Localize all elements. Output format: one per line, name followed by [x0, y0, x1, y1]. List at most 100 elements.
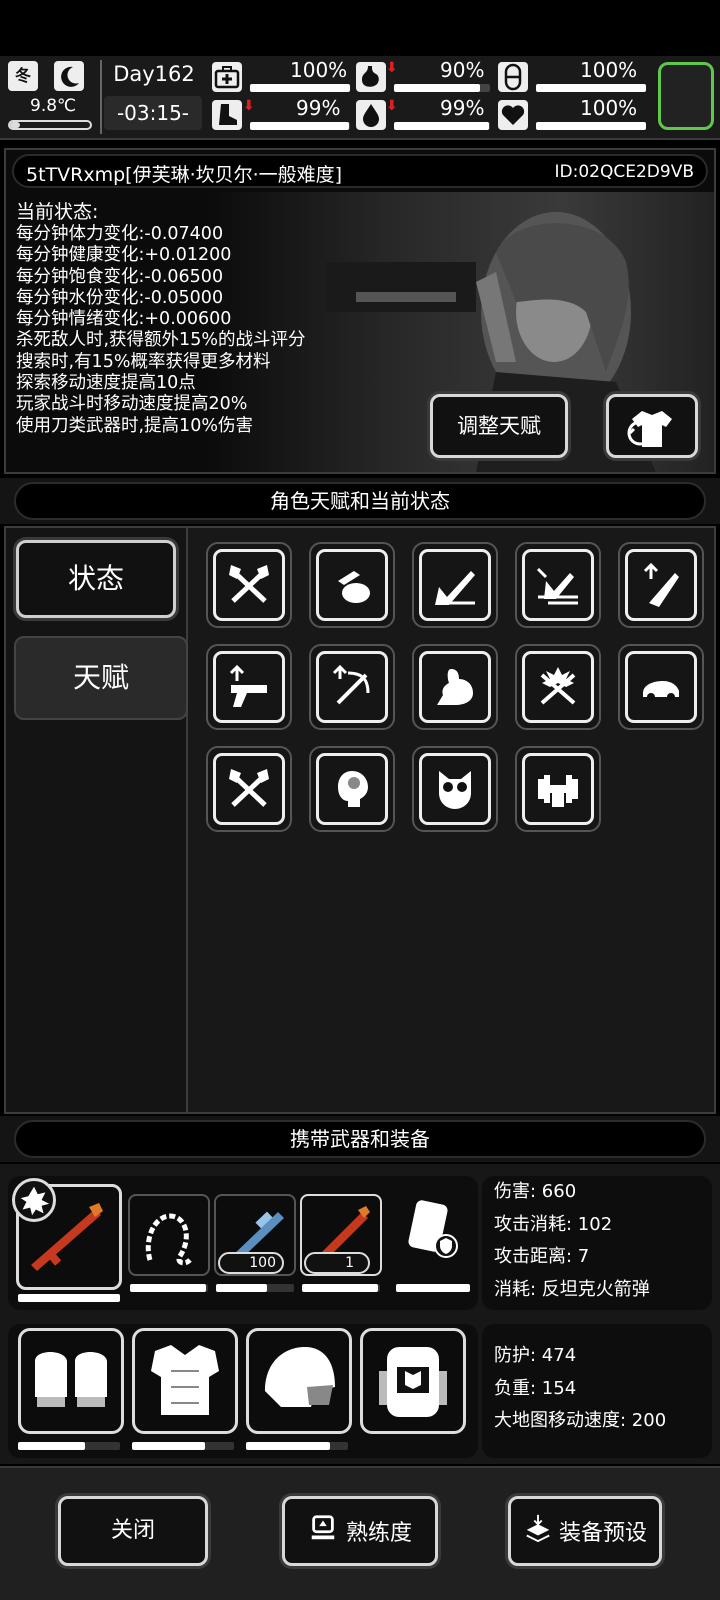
talent-tile[interactable]	[309, 746, 395, 832]
talent-tile[interactable]	[515, 542, 601, 628]
equipment-header-strip: 携带武器和装备	[0, 1116, 720, 1162]
medicine-value: 100%	[580, 58, 638, 82]
talent-tile[interactable]	[618, 542, 704, 628]
tab-status[interactable]: 状态	[16, 540, 176, 618]
hunger-value: 90%	[440, 58, 485, 82]
water-drop-icon	[356, 100, 386, 130]
pistol-up-icon	[229, 664, 267, 707]
talent-tile[interactable]	[618, 644, 704, 730]
water-bar	[394, 122, 490, 130]
weapon-durability-bar	[216, 1284, 267, 1292]
grab-sack-icon	[338, 571, 370, 603]
equipment-preset-button[interactable]: 装备预设	[508, 1496, 662, 1566]
water-value: 99%	[440, 96, 485, 120]
crossed-swords-icon	[540, 667, 576, 705]
health-value: 100%	[290, 58, 348, 82]
muscle-icon	[437, 669, 473, 705]
talent-tile[interactable]	[309, 542, 395, 628]
status-line: 搜索时,有15%概率获得更多材料	[16, 351, 271, 372]
blade-up-icon	[643, 562, 679, 607]
medicine-bar	[536, 84, 646, 92]
preset-icon	[523, 1513, 553, 1549]
armor-slot-helmet[interactable]	[246, 1328, 352, 1434]
status-line: 每分钟体力变化:-0.07400	[16, 224, 224, 244]
equipment-panel: 100 1 伤害: 660 攻击消耗: 102 攻击距离: 7 消耗: 反坦克火…	[0, 1164, 720, 1464]
status-title: 当前状态:	[16, 201, 99, 223]
temperature: 9.8℃	[30, 96, 77, 116]
talent-tile[interactable]	[206, 746, 292, 832]
armor-slot-gloves[interactable]	[18, 1328, 124, 1434]
brain-icon	[338, 771, 368, 807]
ammo-count: 100	[218, 1252, 284, 1274]
crossed-axes-icon	[229, 769, 269, 807]
weapon-ammo: 消耗: 反坦克火箭弹	[494, 1278, 650, 1300]
helmet-icon	[265, 1347, 335, 1407]
armor-durability-bar	[246, 1442, 330, 1450]
status-line: 每分钟水份变化:-0.05000	[16, 287, 224, 308]
season-label: 冬	[14, 66, 31, 85]
armor-slot-backpack[interactable]	[360, 1328, 466, 1434]
mood-bar	[536, 122, 646, 130]
decrease-arrow-icon: ⬇	[386, 60, 398, 76]
armor-durability-bar	[132, 1442, 206, 1450]
talent-tile[interactable]	[309, 644, 395, 730]
sprint-icon	[435, 571, 475, 605]
capsule-icon	[498, 62, 528, 92]
character-panel: 5tTVRxmp[伊芙琳·坎贝尔·一般难度] ID:02QCE2D9VB 当前状…	[4, 148, 716, 474]
tab-talent[interactable]: 天赋	[14, 636, 188, 720]
armor-stats-panel: 防护: 474 负重: 154 大地图移动速度: 200	[482, 1324, 712, 1458]
shield-pack-icon	[408, 1200, 458, 1258]
weapon-range: 攻击距离: 7	[494, 1246, 590, 1267]
character-id: ID:02QCE2D9VB	[554, 162, 694, 182]
status-line: 探索移动速度提高10点	[16, 373, 196, 394]
weapon-slot-3[interactable]: 100	[214, 1194, 296, 1276]
character-name: 5tTVRxmp[伊芙琳·坎贝尔·一般难度]	[26, 164, 343, 186]
weapon-slot-2[interactable]	[128, 1194, 210, 1276]
character-header: 5tTVRxmp[伊芙琳·坎贝尔·一般难度] ID:02QCE2D9VB	[12, 154, 708, 188]
change-outfit-button[interactable]	[606, 394, 698, 458]
talent-tile[interactable]	[206, 644, 292, 730]
hunger-bar	[394, 84, 481, 92]
talent-tile[interactable]	[515, 746, 601, 832]
explosion-icon	[12, 1178, 56, 1222]
dash-icon	[536, 567, 578, 605]
adjust-talent-button[interactable]: 调整天赋	[430, 394, 568, 458]
medkit-icon	[212, 62, 242, 92]
talent-tile[interactable]	[412, 644, 498, 730]
footer-bar: 关闭 熟练度 装备预设	[0, 1466, 720, 1600]
talents-section-title: 角色天赋和当前状态	[14, 482, 706, 520]
backpack-icon	[379, 1347, 447, 1417]
talent-tile[interactable]	[515, 644, 601, 730]
armor-load: 负重: 154	[494, 1377, 577, 1399]
body-armor-icon	[151, 1345, 219, 1415]
map-move-speed: 大地图移动速度: 200	[494, 1410, 667, 1431]
heart-icon	[498, 100, 528, 130]
weapon-durability-bar	[302, 1284, 379, 1292]
status-line: 每分钟情绪变化:+0.00600	[16, 309, 232, 330]
talent-tile[interactable]	[206, 542, 292, 628]
decrease-arrow-icon: ⬇	[386, 98, 398, 114]
gloves-icon	[35, 1352, 107, 1407]
talent-tile[interactable]	[412, 542, 498, 628]
close-button[interactable]: 关闭	[58, 1496, 208, 1566]
status-line: 每分钟饱食变化:-0.06500	[16, 266, 224, 287]
weapon-stats-panel: 伤害: 660 攻击消耗: 102 攻击距离: 7 消耗: 反坦克火箭弹	[482, 1176, 712, 1310]
status-line: 杀死敌人时,获得额外15%的战斗评分	[16, 330, 306, 351]
weapon-durability-bar	[18, 1294, 120, 1302]
map-toggle-button[interactable]	[658, 62, 714, 130]
ammo-count: 1	[304, 1252, 370, 1274]
weapon-slot-5[interactable]	[394, 1194, 466, 1266]
boot-icon	[212, 100, 242, 130]
clock: -03:15-	[104, 96, 202, 130]
shirt-swap-icon	[609, 397, 695, 457]
crossbow-up-icon	[332, 664, 370, 705]
dumbbell-icon	[538, 775, 578, 807]
weapon-slot-4[interactable]: 1	[300, 1194, 382, 1276]
proficiency-button[interactable]: 熟练度	[282, 1496, 438, 1566]
talent-tile[interactable]	[412, 746, 498, 832]
crossed-axes-icon	[229, 565, 269, 603]
trophy-icon	[308, 1513, 338, 1549]
armor-slot-body[interactable]	[132, 1328, 238, 1434]
thermometer-icon	[8, 120, 92, 130]
day-counter: Day162	[113, 62, 195, 86]
